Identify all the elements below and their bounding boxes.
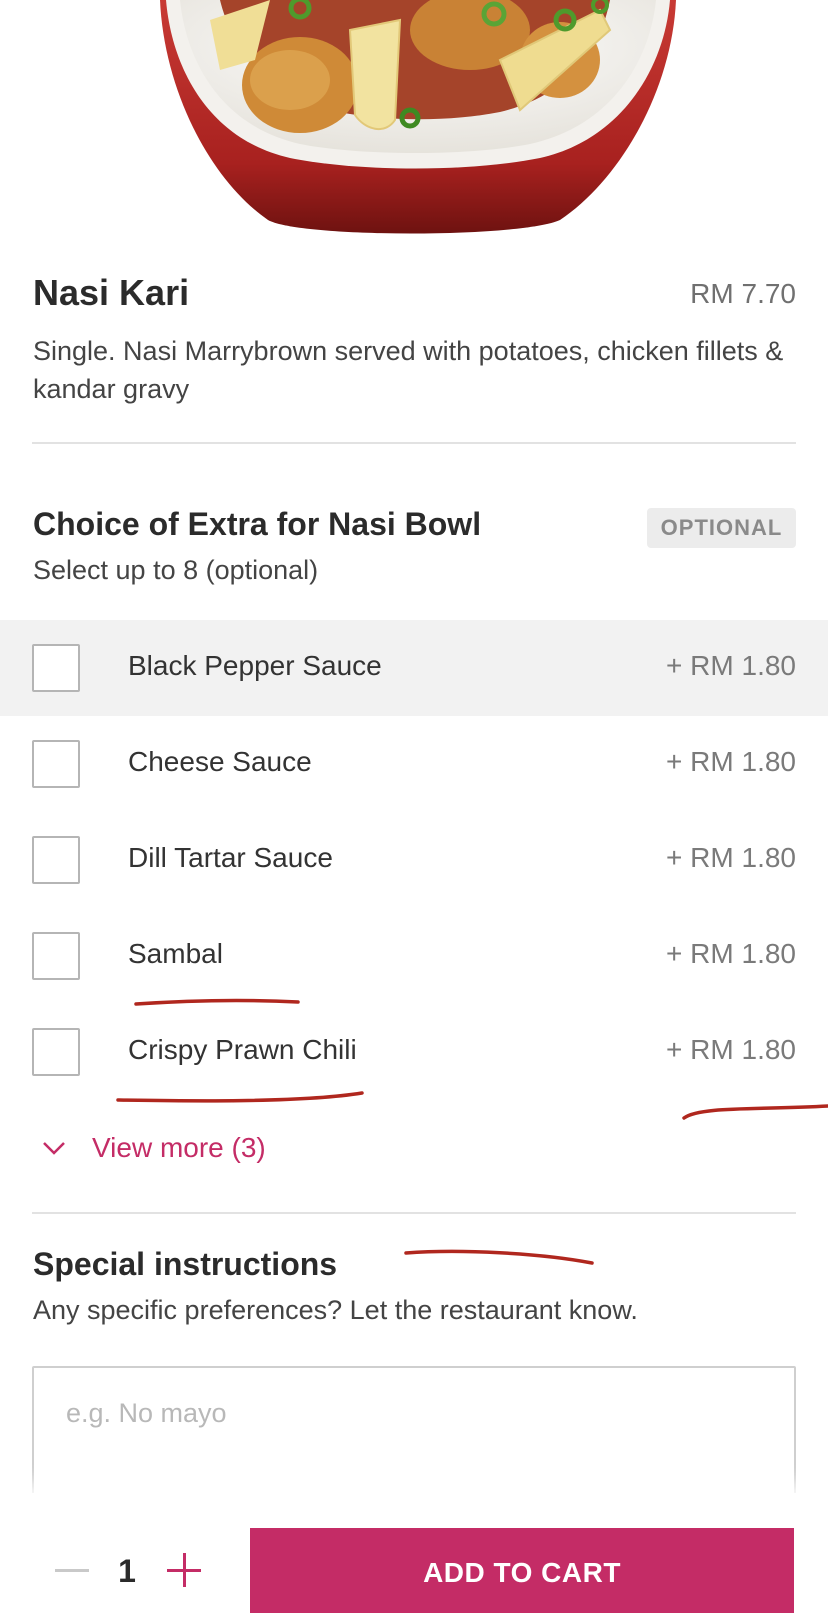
add-to-cart-button[interactable]: ADD TO CART bbox=[250, 1528, 794, 1613]
option-price: + RM 1.80 bbox=[666, 1034, 796, 1065]
chevron-down-icon bbox=[40, 1128, 76, 1168]
option-price: + RM 1.80 bbox=[666, 650, 796, 681]
option-row-sambal[interactable]: Sambal + RM 1.80 bbox=[0, 908, 828, 1004]
checkbox[interactable] bbox=[32, 740, 80, 788]
option-row-black-pepper-sauce[interactable]: Black Pepper Sauce + RM 1.80 bbox=[0, 620, 828, 716]
divider bbox=[32, 1212, 796, 1214]
option-label: Black Pepper Sauce bbox=[128, 650, 382, 681]
plus-icon[interactable] bbox=[162, 1548, 206, 1592]
divider bbox=[32, 442, 796, 444]
special-instructions-subtitle: Any specific preferences? Let the restau… bbox=[33, 1295, 638, 1325]
option-row-dill-tartar-sauce[interactable]: Dill Tartar Sauce + RM 1.80 bbox=[0, 812, 828, 908]
product-image bbox=[0, 0, 828, 238]
option-price: + RM 1.80 bbox=[666, 842, 796, 873]
option-label: Cheese Sauce bbox=[128, 746, 312, 777]
annotation-line-special-instructions bbox=[404, 1249, 594, 1265]
option-price: + RM 1.80 bbox=[666, 938, 796, 969]
extras-section-title: Choice of Extra for Nasi Bowl bbox=[33, 506, 482, 542]
annotation-underline-price bbox=[682, 1104, 828, 1120]
product-name: Nasi Kari bbox=[33, 272, 190, 313]
checkbox[interactable] bbox=[32, 644, 80, 692]
view-more-label: View more (3) bbox=[92, 1132, 266, 1163]
checkbox[interactable] bbox=[32, 1028, 80, 1076]
option-label: Dill Tartar Sauce bbox=[128, 842, 333, 873]
option-row-crispy-prawn-chili[interactable]: Crispy Prawn Chili + RM 1.80 bbox=[0, 1004, 828, 1100]
checkbox[interactable] bbox=[32, 932, 80, 980]
minus-icon[interactable] bbox=[50, 1548, 94, 1592]
option-label: Crispy Prawn Chili bbox=[128, 1034, 357, 1065]
quantity-value: 1 bbox=[118, 1553, 136, 1589]
special-instructions-title: Special instructions bbox=[33, 1246, 338, 1282]
extras-section-subtitle: Select up to 8 (optional) bbox=[33, 555, 319, 585]
option-row-cheese-sauce[interactable]: Cheese Sauce + RM 1.80 bbox=[0, 716, 828, 812]
optional-badge: OPTIONAL bbox=[647, 508, 796, 548]
option-price: + RM 1.80 bbox=[666, 746, 796, 777]
product-price: RM 7.70 bbox=[690, 278, 796, 309]
view-more-button[interactable]: View more (3) bbox=[40, 1128, 266, 1168]
option-label: Sambal bbox=[128, 938, 223, 969]
checkbox[interactable] bbox=[32, 836, 80, 884]
product-description: Single. Nasi Marrybrown served with pota… bbox=[33, 336, 784, 404]
